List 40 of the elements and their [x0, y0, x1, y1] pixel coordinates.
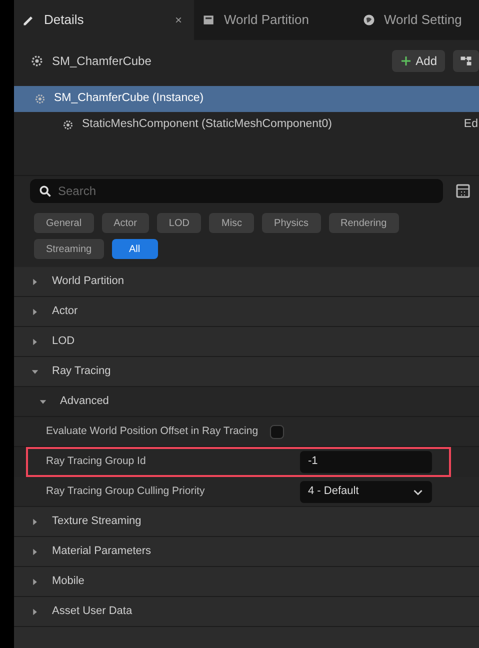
component-row[interactable]: SM_ChamferCube (Instance) — [14, 86, 479, 112]
close-button[interactable]: × — [174, 11, 182, 29]
gear-icon — [34, 93, 46, 105]
gear-icon — [62, 119, 74, 131]
number-field[interactable]: -1 — [300, 450, 432, 472]
panel-tab[interactable]: Details × — [14, 0, 194, 40]
component-row[interactable]: StaticMeshComponent (StaticMeshComponent0) Ed — [14, 112, 479, 138]
property-label: Ray Tracing Group Id — [45, 454, 147, 469]
filter-button[interactable]: General — [34, 213, 94, 233]
grid-icon — [202, 13, 216, 27]
section-header[interactable]: Ray Tracing — [14, 357, 479, 387]
checkbox[interactable] — [270, 424, 284, 438]
filter-button[interactable]: Streaming — [34, 239, 104, 259]
section-header[interactable]: Mobile — [14, 567, 479, 597]
blocks-icon — [459, 54, 473, 68]
section-header[interactable]: World Partition — [14, 267, 479, 297]
filter-button[interactable]: All — [112, 239, 158, 259]
section-header[interactable]: Material Parameters — [14, 537, 479, 567]
table-icon — [455, 183, 471, 199]
blueprint-button[interactable] — [453, 50, 479, 72]
gear-icon — [30, 54, 44, 68]
section-header[interactable]: Actor — [14, 297, 479, 327]
actor-name: SM_ChamferCube — [52, 53, 152, 70]
panel-tab[interactable]: World Partition — [194, 0, 354, 40]
section-header[interactable]: Texture Streaming — [14, 507, 479, 537]
panel-tab[interactable]: World Setting — [354, 0, 479, 40]
dropdown[interactable]: 4 - Default — [300, 480, 432, 502]
property-label: Ray Tracing Group Culling Priority — [45, 484, 206, 499]
property-label: Evaluate World Position Offset in Ray Tracing — [45, 424, 258, 439]
plus-icon — [400, 55, 412, 67]
search-field[interactable]: Search — [30, 179, 443, 203]
filter-button[interactable]: Actor — [102, 213, 149, 233]
filter-button[interactable]: Physics — [262, 213, 320, 233]
filter-button[interactable]: Misc — [209, 213, 254, 233]
filter-button[interactable]: LOD — [156, 213, 202, 233]
section-header[interactable]: LOD — [14, 327, 479, 357]
add-button[interactable]: Add — [392, 50, 445, 72]
search-icon — [38, 184, 52, 198]
section-header[interactable]: Asset User Data — [14, 597, 479, 627]
filter-button[interactable]: Rendering — [328, 213, 399, 233]
